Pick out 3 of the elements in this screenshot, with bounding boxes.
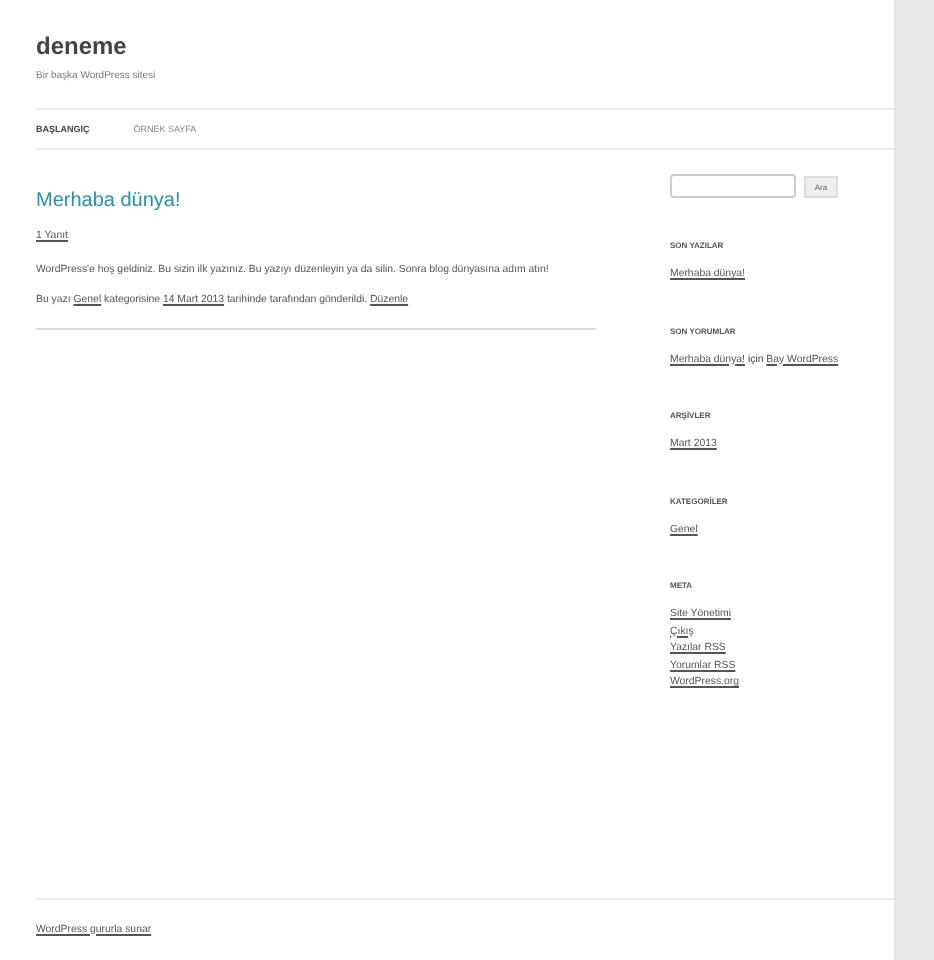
search-field[interactable] xyxy=(670,174,796,198)
site-title[interactable]: deneme xyxy=(36,32,894,60)
post-title[interactable]: Merhaba dünya! xyxy=(36,190,596,212)
